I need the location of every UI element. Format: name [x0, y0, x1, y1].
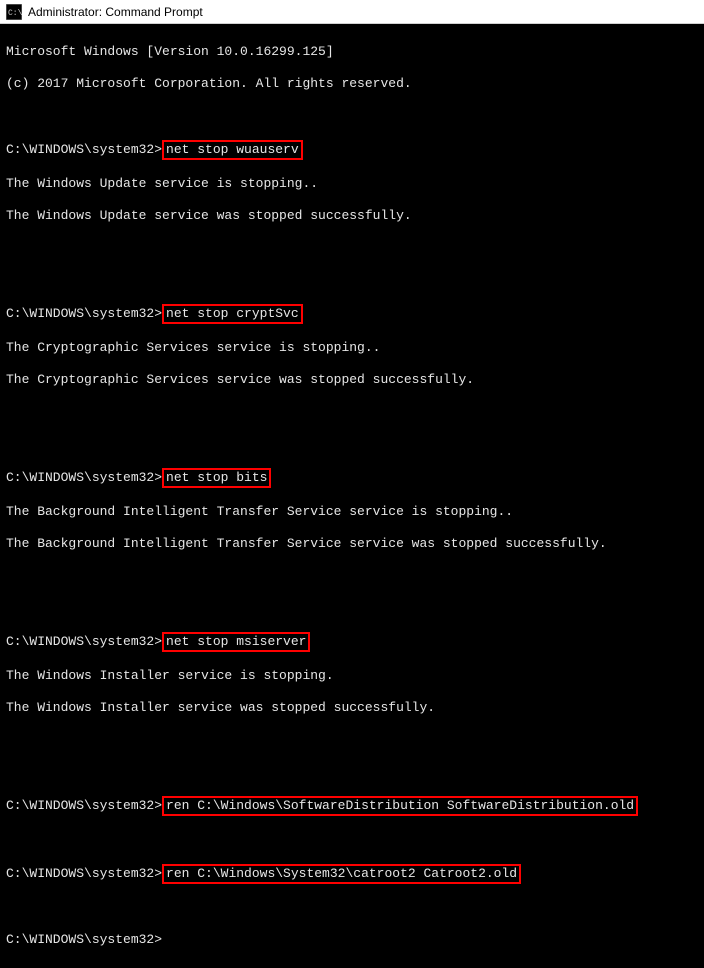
blank-line: [6, 240, 698, 256]
output-line: The Cryptographic Services service is st…: [6, 340, 698, 356]
output-line: The Windows Installer service was stoppe…: [6, 700, 698, 716]
prompt: C:\WINDOWS\system32>: [6, 634, 162, 649]
output-line: The Background Intelligent Transfer Serv…: [6, 536, 698, 552]
blank-line: [6, 404, 698, 420]
window-titlebar[interactable]: C:\ Administrator: Command Prompt: [0, 0, 704, 24]
window-title: Administrator: Command Prompt: [28, 5, 203, 19]
prompt: C:\WINDOWS\system32>: [6, 142, 162, 157]
command-highlight: ren C:\Windows\System32\catroot2 Catroot…: [162, 864, 521, 884]
command-highlight: net stop wuauserv: [162, 140, 303, 160]
blank-line: [6, 732, 698, 748]
blank-line: [6, 600, 698, 616]
svg-text:C:\: C:\: [8, 9, 22, 18]
command-highlight: net stop bits: [162, 468, 271, 488]
blank-line: [6, 272, 698, 288]
output-line: The Windows Update service is stopping..: [6, 176, 698, 192]
blank-line: [6, 568, 698, 584]
blank-line: [6, 900, 698, 916]
blank-line: [6, 108, 698, 124]
blank-line: [6, 436, 698, 452]
blank-line: [6, 832, 698, 848]
prompt: C:\WINDOWS\system32>: [6, 798, 162, 813]
prompt: C:\WINDOWS\system32>: [6, 866, 162, 881]
command-highlight: ren C:\Windows\SoftwareDistribution Soft…: [162, 796, 638, 816]
banner-line: Microsoft Windows [Version 10.0.16299.12…: [6, 44, 698, 60]
command-highlight: net stop cryptSvc: [162, 304, 303, 324]
blank-line: [6, 764, 698, 780]
prompt-line: C:\WINDOWS\system32>ren C:\Windows\Syste…: [6, 864, 698, 884]
prompt: C:\WINDOWS\system32>: [6, 470, 162, 485]
output-line: The Windows Installer service is stoppin…: [6, 668, 698, 684]
banner-line: (c) 2017 Microsoft Corporation. All righ…: [6, 76, 698, 92]
prompt-line: C:\WINDOWS\system32>ren C:\Windows\Softw…: [6, 796, 698, 816]
prompt-line: C:\WINDOWS\system32>: [6, 932, 698, 948]
command-highlight: net stop msiserver: [162, 632, 310, 652]
prompt-line: C:\WINDOWS\system32>net stop wuauserv: [6, 140, 698, 160]
output-line: The Background Intelligent Transfer Serv…: [6, 504, 698, 520]
terminal-output[interactable]: Microsoft Windows [Version 10.0.16299.12…: [0, 24, 704, 968]
prompt-line: C:\WINDOWS\system32>net stop msiserver: [6, 632, 698, 652]
prompt-line: C:\WINDOWS\system32>net stop cryptSvc: [6, 304, 698, 324]
output-line: The Windows Update service was stopped s…: [6, 208, 698, 224]
prompt: C:\WINDOWS\system32>: [6, 932, 162, 947]
output-line: The Cryptographic Services service was s…: [6, 372, 698, 388]
cmd-icon: C:\: [6, 4, 22, 20]
prompt-line: C:\WINDOWS\system32>net stop bits: [6, 468, 698, 488]
prompt: C:\WINDOWS\system32>: [6, 306, 162, 321]
